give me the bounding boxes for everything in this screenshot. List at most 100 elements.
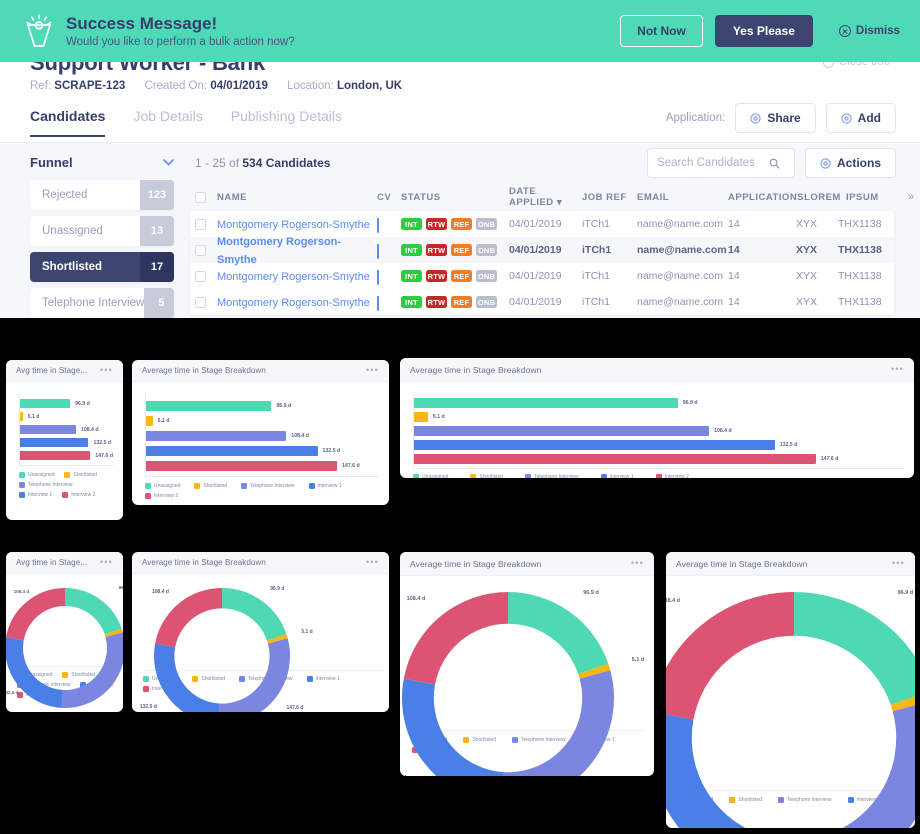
column-header-name[interactable]: NAME xyxy=(217,192,377,203)
card-menu-icon[interactable]: ••• xyxy=(100,558,113,567)
cv-document-icon[interactable] xyxy=(377,266,379,285)
candidate-name-link[interactable]: Montgomery Rogerson-Smythe xyxy=(217,297,370,309)
bar-value-label: 96.9 d xyxy=(75,400,90,407)
legend-swatch xyxy=(143,686,149,692)
bar-row: 96.9 d xyxy=(20,397,113,410)
ref-label: Ref: xyxy=(30,80,52,92)
legend-item: Telephone Interview xyxy=(525,474,579,478)
cell-job-ref: iTCh1 xyxy=(582,270,611,282)
cv-document-icon[interactable] xyxy=(377,240,379,259)
row-checkbox[interactable] xyxy=(195,296,206,308)
donut-svg xyxy=(6,588,123,708)
column-header-email[interactable]: EMAIL xyxy=(637,192,728,203)
share-button[interactable]: Share xyxy=(735,103,816,133)
funnel-item-rejected[interactable]: Rejected 123 xyxy=(30,180,174,210)
search-box[interactable] xyxy=(646,148,795,178)
dismiss-button[interactable]: Dismiss xyxy=(838,25,900,37)
column-header-cv[interactable]: CV xyxy=(377,192,401,203)
card-header: Average time in Stage Breakdown ••• xyxy=(132,552,389,574)
card-menu-icon[interactable]: ••• xyxy=(366,558,379,567)
column-header-status[interactable]: STATUS xyxy=(401,192,509,203)
column-header-applications[interactable]: APPLICATIONS xyxy=(728,192,804,203)
table-row[interactable]: Montgomery Rogerson-Smythe INT RTW REF O… xyxy=(190,236,894,266)
expand-columns-icon[interactable]: » xyxy=(908,191,914,203)
row-checkbox[interactable] xyxy=(195,244,206,256)
funnel-item-shortlisted[interactable]: Shortlisted 17 xyxy=(30,252,174,282)
card-title: Average time in Stage Breakdown xyxy=(410,364,542,375)
status-badge-ref: REF xyxy=(451,218,472,230)
funnel-header[interactable]: Funnel xyxy=(0,143,190,180)
bar-value-label: 108.4 d xyxy=(81,426,99,433)
funnel-panel: Funnel Rejected 123 Unassigned 13 Shortl… xyxy=(0,143,190,330)
cell-lorem: XYX xyxy=(796,270,818,282)
card-menu-icon[interactable]: ••• xyxy=(892,559,905,568)
donut-slice-telephone-interview xyxy=(503,670,614,776)
legend-swatch xyxy=(64,472,71,478)
legend-item: Shortlisted xyxy=(470,474,503,478)
legend-label: Telephone Interview xyxy=(28,482,73,488)
donut-slice-telephone-interview xyxy=(842,705,915,828)
column-header-job-ref[interactable]: JOB REF xyxy=(582,192,637,203)
cell-date-applied: 04/01/2019 xyxy=(509,296,562,308)
legend-label: Unassigned xyxy=(422,474,449,478)
tab-job-details[interactable]: Job Details xyxy=(133,105,202,135)
select-all-checkbox[interactable] xyxy=(195,191,206,203)
candidate-name-link[interactable]: Montgomery Rogerson-Smythe xyxy=(217,271,370,283)
funnel-item-unassigned[interactable]: Unassigned 13 xyxy=(30,216,174,246)
cv-document-icon[interactable] xyxy=(377,292,379,311)
bar-row: 108.4 d xyxy=(20,423,113,436)
card-menu-icon[interactable]: ••• xyxy=(891,365,904,374)
card-menu-icon[interactable]: ••• xyxy=(366,366,379,375)
table-row[interactable]: Montgomery Rogerson-Smythe INT RTW REF O… xyxy=(190,263,894,289)
funnel-item-label: Rejected xyxy=(42,189,88,201)
candidate-name-link[interactable]: Montgomery Rogerson-Smythe xyxy=(217,236,341,266)
column-header-lorem[interactable]: LOREM xyxy=(804,192,846,203)
legend-label: Unassigned xyxy=(154,483,181,489)
legend-label: Telephone Interview xyxy=(250,483,295,489)
card-header: Average time in Stage Breakdown ••• xyxy=(400,358,914,382)
candidate-name-link[interactable]: Montgomery Rogerson-Smythe xyxy=(217,219,370,231)
donut-value-label: 132.5 d xyxy=(6,690,19,696)
card-menu-icon[interactable]: ••• xyxy=(100,366,113,375)
results-count-prefix: 1 - 25 of xyxy=(195,156,243,170)
status-badge-ref: REF xyxy=(451,270,472,282)
card-body: 96.9 d5.1 d147.6 d132.5 d108.4 d Unassig… xyxy=(400,576,654,776)
cell-lorem: XYX xyxy=(796,218,818,230)
share-gear-icon xyxy=(750,112,761,124)
bar-interview-2 xyxy=(414,454,816,464)
tab-publishing-details[interactable]: Publishing Details xyxy=(231,105,342,135)
tab-candidates[interactable]: Candidates xyxy=(30,105,106,137)
location-value: London, UK xyxy=(336,80,403,92)
funnel-item-telephone-interview[interactable]: Telephone Interview 5 xyxy=(30,288,174,318)
search-input[interactable] xyxy=(656,157,769,169)
yes-please-button[interactable]: Yes Please xyxy=(714,15,813,47)
legend-item: Interview 1 xyxy=(306,676,340,682)
bar-shortlisted xyxy=(20,412,23,421)
table-row[interactable]: Montgomery Rogerson-Smythe INT RTW REF O… xyxy=(190,289,894,315)
bar-row: 96.9 d xyxy=(146,398,379,413)
row-checkbox[interactable] xyxy=(195,270,206,282)
not-now-button[interactable]: Not Now xyxy=(620,15,703,47)
banner-actions: Not Now Yes Please Dismiss xyxy=(620,15,920,47)
location-label: Location: xyxy=(287,80,334,92)
column-header-date-applied[interactable]: DATE APPLIED ▾ xyxy=(509,186,582,208)
cell-ipsum: THX1138 xyxy=(838,270,882,282)
bar-row: 5.1 d xyxy=(146,413,379,428)
bar-row: 132.5 d xyxy=(20,436,113,449)
donut-value-label: 96.9 d xyxy=(270,585,285,592)
card-menu-icon[interactable]: ••• xyxy=(631,559,644,568)
donut-slice-interview-1 xyxy=(666,714,746,828)
donut-slice-interview-1 xyxy=(402,678,505,776)
bar-row: 108.4 d xyxy=(414,424,904,438)
add-button[interactable]: Add xyxy=(825,103,896,133)
actions-button[interactable]: Actions xyxy=(804,148,896,178)
bar-value-label: 132.5 d xyxy=(322,447,341,454)
card-header: Avg time in Stage... ••• xyxy=(6,360,123,382)
legend-label: Interview 1 xyxy=(317,483,342,489)
row-checkbox[interactable] xyxy=(195,218,206,230)
cv-document-icon[interactable] xyxy=(377,214,379,233)
results-count-total: 534 Candidates xyxy=(242,156,331,170)
chart-legend: Unassigned Shortlisted Telephone Interview… xyxy=(145,483,379,499)
column-header-ipsum[interactable]: IPSUM xyxy=(846,192,908,203)
cell-applications: 14 xyxy=(728,296,740,308)
